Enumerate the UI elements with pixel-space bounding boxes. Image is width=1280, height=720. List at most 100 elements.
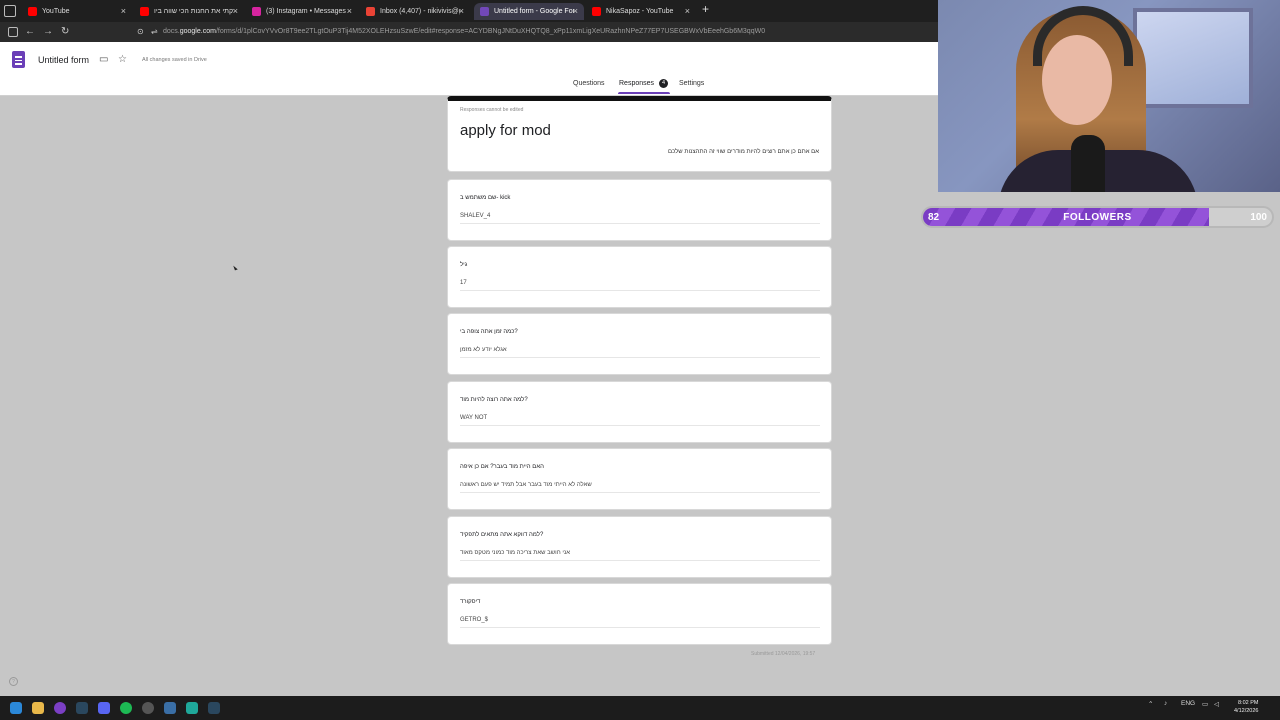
form-header-card: Responses cannot be edited apply for mod… bbox=[447, 96, 832, 172]
edit-notice: Responses cannot be edited bbox=[460, 107, 524, 113]
tab-questions[interactable]: Questions bbox=[573, 80, 605, 87]
answer-text: GETRO_$ bbox=[460, 617, 820, 628]
tab-google-forms[interactable]: Untitled form - Google Forms × bbox=[474, 3, 584, 20]
file-explorer-icon[interactable] bbox=[32, 702, 44, 714]
answer-text: 17 bbox=[460, 280, 820, 291]
form-title: apply for mod bbox=[460, 122, 551, 139]
folder-icon[interactable]: ▭ bbox=[99, 54, 108, 65]
submitted-timestamp: Submitted 12/04/2026, 19:57 bbox=[751, 651, 816, 657]
question-label: למה אתה רוצה להיות מוד? bbox=[460, 397, 528, 403]
discord-icon[interactable] bbox=[98, 702, 110, 714]
steam-icon[interactable] bbox=[76, 702, 88, 714]
tab-responses[interactable]: Responses bbox=[619, 80, 654, 87]
tab-youtube[interactable]: YouTube × bbox=[22, 3, 132, 20]
gmail-icon bbox=[366, 7, 375, 16]
network-icon[interactable]: ▭ bbox=[1202, 700, 1208, 708]
followers-label: FOLLOWERS bbox=[1063, 212, 1132, 223]
tab-nikasapoz[interactable]: NikaSapoz - YouTube × bbox=[586, 3, 696, 20]
question-card: למה אתה רוצה להיות מוד? WAY NOT bbox=[447, 381, 832, 443]
microphone-tray-icon[interactable]: ♪ bbox=[1164, 700, 1167, 707]
question-card: למה דווקא אתה מתאים לתפקיד? אני חושב שאת… bbox=[447, 516, 832, 578]
youtube-icon bbox=[140, 7, 149, 16]
google-forms-icon bbox=[480, 7, 489, 16]
tab-title: YouTube bbox=[42, 8, 70, 15]
followers-current: 82 bbox=[928, 212, 940, 223]
tab-title: Inbox (4,407) - nikivivis@gmail.c bbox=[380, 8, 460, 15]
close-tab-icon[interactable]: × bbox=[459, 3, 464, 20]
star-icon[interactable]: ☆ bbox=[118, 54, 127, 65]
question-card: כמה זמן אתה צופה בי? אגלא יודע לא מזמן bbox=[447, 313, 832, 375]
active-tab-indicator bbox=[618, 92, 670, 94]
forms-logo-icon[interactable] bbox=[12, 51, 25, 68]
close-tab-icon[interactable]: × bbox=[347, 3, 352, 20]
windows-start-icon[interactable] bbox=[10, 702, 22, 714]
close-tab-icon[interactable]: × bbox=[573, 3, 578, 20]
browser-icon[interactable] bbox=[54, 702, 66, 714]
new-tab-button[interactable]: + bbox=[702, 2, 709, 16]
close-tab-icon[interactable]: × bbox=[233, 3, 238, 20]
question-card: האם היית מוד בעבר? אם כן איפה שאלה לא הי… bbox=[447, 448, 832, 510]
question-card: גיל 17 bbox=[447, 246, 832, 308]
back-button[interactable]: ← bbox=[25, 24, 35, 40]
instagram-icon bbox=[252, 7, 261, 16]
obs-icon[interactable] bbox=[142, 702, 154, 714]
responses-count-badge: 4 bbox=[659, 79, 668, 88]
answer-text: אגלא יודע לא מזמן bbox=[460, 347, 820, 358]
answer-text: SHALEV_4 bbox=[460, 213, 820, 224]
tab-title: Untitled form - Google Forms bbox=[494, 8, 574, 15]
app-icon[interactable] bbox=[164, 702, 176, 714]
close-tab-icon[interactable]: × bbox=[121, 3, 126, 20]
tab-list-icon[interactable] bbox=[4, 5, 16, 17]
forms-header: Untitled form ▭ ☆ All changes saved in D… bbox=[0, 42, 938, 96]
tab-title: NikaSapoz - YouTube bbox=[606, 8, 674, 15]
question-label: למה דווקא אתה מתאים לתפקיד? bbox=[460, 532, 544, 538]
clock-time: 8:02 PM bbox=[1237, 700, 1259, 706]
question-label: האם היית מוד בעבר? אם כן איפה bbox=[460, 464, 544, 470]
sidebar-icon[interactable] bbox=[8, 27, 18, 37]
question-label: דיסקורד bbox=[460, 599, 481, 605]
tab-title: (3) Instagram • Messages bbox=[266, 8, 346, 15]
youtube-icon bbox=[592, 7, 601, 16]
mouse-cursor-icon bbox=[233, 264, 238, 271]
save-status: All changes saved in Drive bbox=[142, 57, 207, 63]
app-icon[interactable] bbox=[186, 702, 198, 714]
youtube-icon bbox=[28, 7, 37, 16]
question-label: כמה זמן אתה צופה בי? bbox=[460, 329, 518, 335]
forward-button[interactable]: → bbox=[43, 24, 53, 40]
tab-settings[interactable]: Settings bbox=[679, 80, 704, 87]
tray-chevron-icon[interactable]: ⌃ bbox=[1148, 700, 1153, 708]
microphone-icon bbox=[1071, 135, 1105, 192]
answer-text: WAY NOT bbox=[460, 415, 820, 426]
tab-youtube-video[interactable]: בדקתי את החנות הכי שווה ביו... × bbox=[134, 3, 244, 20]
url-field[interactable]: docs.google.com/forms/d/1plCovYVvOr8T9ee… bbox=[163, 22, 765, 42]
question-card: שם משתמש ב- kick SHALEV_4 bbox=[447, 179, 832, 241]
headset-icon bbox=[1033, 6, 1133, 66]
close-tab-icon[interactable]: × bbox=[685, 3, 690, 20]
address-bar: ← → ↻ ⊙ ⇌ docs.google.com/forms/d/1plCov… bbox=[0, 22, 940, 42]
background-window bbox=[1133, 8, 1253, 108]
tab-title: בדקתי את החנות הכי שווה ביו... bbox=[154, 8, 234, 15]
tab-gmail[interactable]: Inbox (4,407) - nikivivis@gmail.c × bbox=[360, 3, 470, 20]
site-info-icon[interactable]: ⊙ bbox=[137, 24, 144, 40]
volume-icon[interactable]: ◁ bbox=[1214, 700, 1219, 708]
help-icon[interactable]: ? bbox=[9, 677, 18, 686]
form-description: אם אתם כן אתם רוצים להיות מודרים שווי זה… bbox=[668, 149, 819, 155]
question-label: שם משתמש ב- kick bbox=[460, 195, 511, 201]
answer-text: אני חושב שאת צריכה מוד כמוני מטקס מאוד bbox=[460, 550, 820, 561]
webcam-overlay bbox=[938, 0, 1280, 192]
answer-text: שאלה לא הייתי מוד בעבר אבל תמיד יש פעם ר… bbox=[460, 482, 820, 493]
steam-icon[interactable] bbox=[208, 702, 220, 714]
language-indicator[interactable]: ENG bbox=[1181, 700, 1195, 707]
question-label: גיל bbox=[460, 262, 468, 268]
windows-taskbar: ⌃ ♪ ENG ▭ ◁ 8:02 PM 4/12/2026 bbox=[0, 696, 1280, 720]
clock-date: 4/12/2026 bbox=[1234, 708, 1259, 714]
tab-instagram[interactable]: (3) Instagram • Messages × bbox=[246, 3, 358, 20]
question-card: דיסקורד GETRO_$ bbox=[447, 583, 832, 645]
form-title-field[interactable]: Untitled form bbox=[38, 55, 89, 65]
reload-button[interactable]: ↻ bbox=[61, 24, 69, 40]
tune-icon[interactable]: ⇌ bbox=[151, 24, 158, 40]
followers-goal: 100 bbox=[1250, 212, 1267, 223]
system-clock[interactable]: 8:02 PM 4/12/2026 bbox=[1234, 699, 1258, 715]
spotify-icon[interactable] bbox=[120, 702, 132, 714]
followers-goal-bar: FOLLOWERS 82 100 bbox=[921, 206, 1274, 228]
